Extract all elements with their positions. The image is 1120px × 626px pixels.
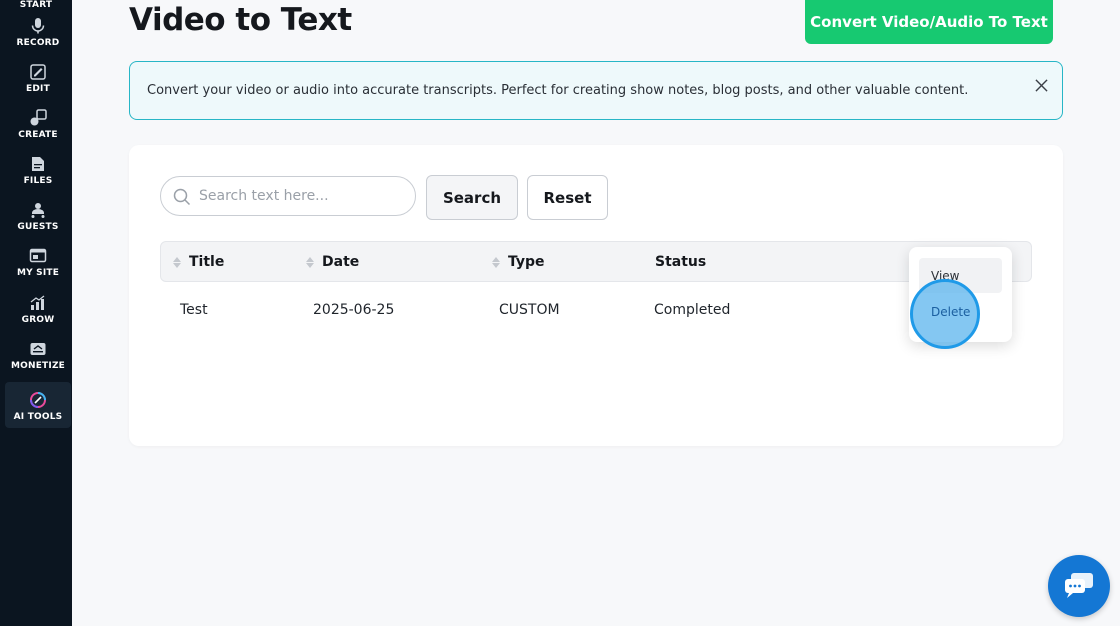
sidebar-item-create[interactable]: CREATE (5, 100, 71, 146)
column-header-date[interactable]: Date (306, 254, 359, 270)
sidebar-item-label: GROW (21, 315, 55, 325)
search-box[interactable] (160, 176, 416, 216)
column-header-type[interactable]: Type (492, 254, 545, 270)
column-label: Type (508, 254, 545, 270)
sidebar-item-label: AI TOOLS (13, 412, 63, 422)
sidebar-item-label: MONETIZE (10, 361, 66, 371)
sidebar-item-label: MY SITE (16, 268, 60, 278)
table-row: Test 2025-06-25 CUSTOM Completed (160, 293, 1032, 329)
cell-status: Completed (654, 302, 731, 318)
sidebar-item-edit[interactable]: EDIT (5, 54, 71, 100)
sidebar-item-record[interactable]: RECORD (5, 8, 71, 54)
search-button[interactable]: Search (426, 175, 518, 220)
column-label: Title (189, 254, 225, 270)
banner-text: Convert your video or audio into accurat… (147, 83, 969, 98)
cell-date: 2025-06-25 (313, 302, 395, 318)
column-header-title[interactable]: Title (173, 254, 224, 270)
menu-item-view[interactable]: View (919, 258, 1002, 293)
chat-icon (1063, 571, 1095, 602)
grow-icon (29, 294, 47, 312)
microphone-icon (29, 17, 47, 35)
column-label: Status (655, 254, 707, 270)
chat-button[interactable] (1048, 555, 1110, 617)
sort-icon (306, 256, 314, 268)
sort-icon (492, 256, 500, 268)
row-actions-menu: View (909, 247, 1012, 342)
convert-video-audio-button[interactable]: Convert Video/Audio To Text (805, 0, 1053, 44)
sidebar-item-guests[interactable]: GUESTS (5, 192, 71, 238)
sidebar-item-label: RECORD (16, 38, 60, 48)
close-icon[interactable] (1032, 76, 1050, 94)
sidebar-item-monetize[interactable]: MONETIZE (5, 331, 71, 377)
cell-type: CUSTOM (499, 302, 560, 318)
menu-item-delete-label[interactable]: Delete (931, 305, 970, 319)
sidebar: START RECORD EDIT CREATE FILES GUESTS MY… (0, 0, 72, 626)
reset-button[interactable]: Reset (527, 175, 608, 220)
sidebar-item-ai-tools[interactable]: AI TOOLS (5, 382, 71, 428)
files-icon (29, 155, 47, 173)
site-icon (29, 247, 47, 265)
column-header-status: Status (655, 254, 706, 270)
sidebar-item-label: FILES (23, 176, 53, 186)
info-banner: Convert your video or audio into accurat… (129, 61, 1063, 120)
cell-title: Test (180, 302, 208, 318)
sort-icon (173, 256, 181, 268)
sidebar-item-label: EDIT (26, 84, 50, 94)
monetize-icon (29, 340, 47, 358)
guests-icon (29, 201, 47, 219)
sidebar-item-grow[interactable]: GROW (5, 285, 71, 331)
search-input[interactable] (199, 185, 399, 207)
sidebar-item-files[interactable]: FILES (5, 146, 71, 192)
sidebar-item-my-site[interactable]: MY SITE (5, 238, 71, 284)
edit-icon (29, 63, 47, 81)
search-icon (173, 188, 191, 206)
menu-item-label: View (931, 268, 960, 283)
table-header: Title Date Type Status (160, 241, 1032, 282)
sidebar-item-label: GUESTS (17, 222, 59, 232)
create-icon (29, 109, 47, 127)
column-label: Date (322, 254, 360, 270)
sidebar-item-label: CREATE (18, 130, 58, 140)
page-title: Video to Text (129, 2, 352, 38)
ai-tools-icon (29, 391, 47, 409)
